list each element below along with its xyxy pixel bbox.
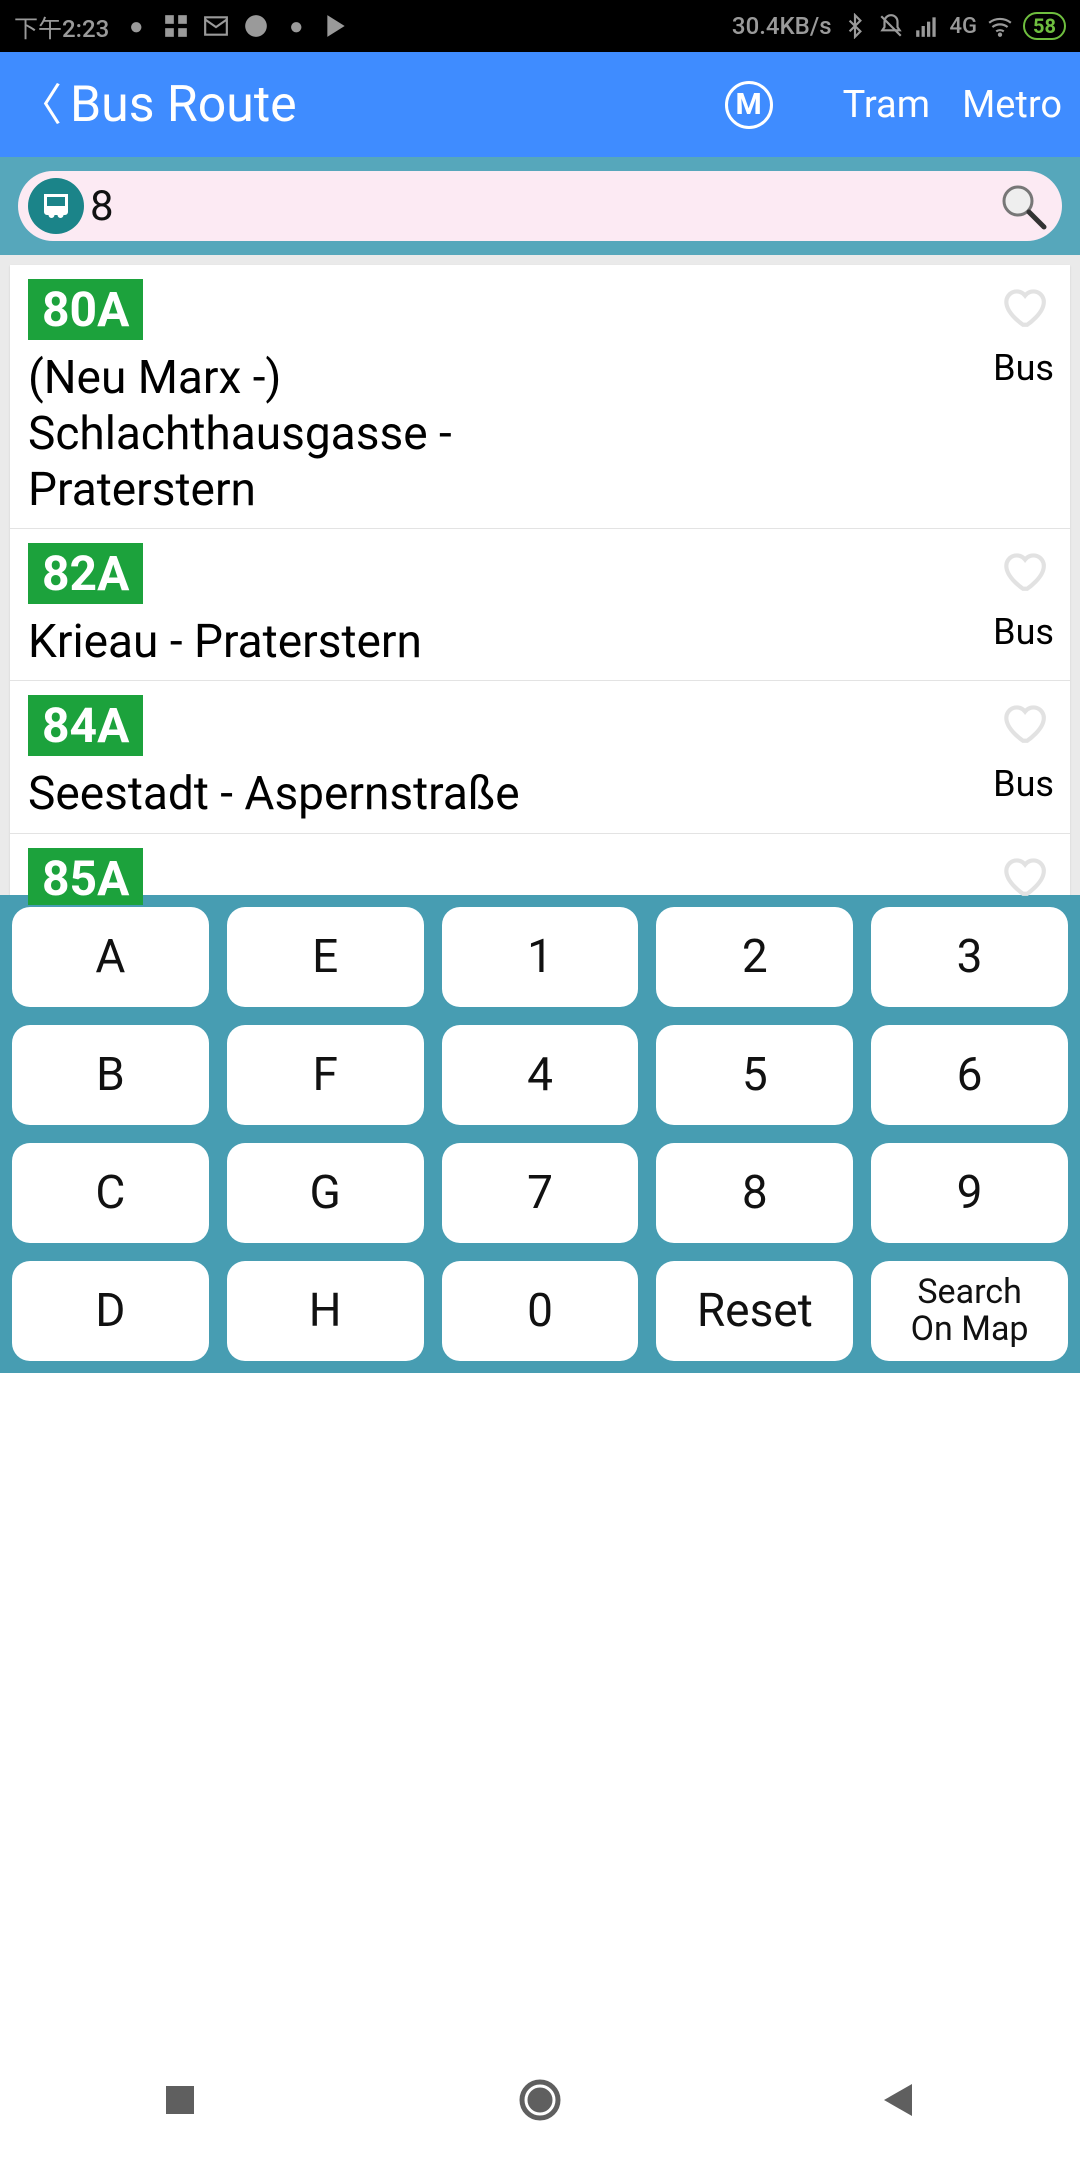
key-5[interactable]: 5 xyxy=(656,1025,853,1125)
mute-icon xyxy=(878,13,904,39)
app-header: 〈 Bus Route M Tram Metro xyxy=(0,52,1080,157)
route-item[interactable]: 84A Bus Seestadt - Aspernstraße xyxy=(10,681,1070,833)
status-time: 下午2:23 xyxy=(14,9,109,44)
recent-apps-icon[interactable] xyxy=(156,2076,204,2124)
favorite-icon[interactable] xyxy=(998,850,1048,900)
status-net-speed: 30.4KB/s xyxy=(732,12,832,40)
back-nav-icon[interactable] xyxy=(876,2076,924,2124)
keypad: A E 1 2 3 B F 4 5 6 C G 7 8 9 D H 0 Rese… xyxy=(0,895,1080,1373)
back-icon[interactable]: 〈 xyxy=(18,83,62,127)
favorite-icon[interactable] xyxy=(998,697,1048,747)
record-icon: ● xyxy=(123,13,149,39)
key-G[interactable]: G xyxy=(227,1143,424,1243)
route-desc: Krieau - Praterstern xyxy=(28,614,688,670)
mail-icon xyxy=(203,13,229,39)
key-6[interactable]: 6 xyxy=(871,1025,1068,1125)
key-0[interactable]: 0 xyxy=(442,1261,639,1361)
route-item[interactable]: 82A Bus Krieau - Praterstern xyxy=(10,529,1070,681)
favorite-icon[interactable] xyxy=(998,281,1048,331)
dot-icon: ● xyxy=(283,13,309,39)
route-desc: (Neu Marx -) Schlachthausgasse - Praters… xyxy=(28,350,688,518)
status-bar: 下午2:23 ● ● 30.4KB/s 4G 58 xyxy=(0,0,1080,52)
key-C[interactable]: C xyxy=(12,1143,209,1243)
route-item[interactable]: 80A Bus (Neu Marx -) Schlachthausgasse -… xyxy=(10,265,1070,529)
route-code: 84A xyxy=(28,695,143,756)
key-E[interactable]: E xyxy=(227,907,424,1007)
favorite-icon[interactable] xyxy=(998,545,1048,595)
status-signal-label: 4G xyxy=(950,14,978,39)
home-icon[interactable] xyxy=(516,2076,564,2124)
tram-link[interactable]: Tram xyxy=(843,83,930,127)
logo-icon[interactable]: M xyxy=(725,81,773,129)
page-title: Bus Route xyxy=(70,76,297,134)
logo-letter: M xyxy=(736,87,762,122)
reset-button[interactable]: Reset xyxy=(656,1261,853,1361)
play-icon xyxy=(323,13,349,39)
route-code: 80A xyxy=(28,279,143,340)
android-nav-bar xyxy=(0,2040,1080,2160)
metro-link[interactable]: Metro xyxy=(962,83,1062,127)
key-9[interactable]: 9 xyxy=(871,1143,1068,1243)
chat-icon xyxy=(243,13,269,39)
route-list: 80A Bus (Neu Marx -) Schlachthausgasse -… xyxy=(10,265,1070,905)
key-4[interactable]: 4 xyxy=(442,1025,639,1125)
wifi-icon xyxy=(987,13,1013,39)
search-input[interactable]: 8 xyxy=(18,171,1062,241)
key-D[interactable]: D xyxy=(12,1261,209,1361)
route-item[interactable]: 85A Bus Breitenlee Rautenweg - xyxy=(10,834,1070,905)
route-type: Bus xyxy=(993,347,1054,389)
signal-icon xyxy=(914,13,940,39)
apps-icon xyxy=(163,13,189,39)
route-list-wrapper: 80A Bus (Neu Marx -) Schlachthausgasse -… xyxy=(0,255,1080,895)
blank-space xyxy=(0,1373,1080,1893)
route-type: Bus xyxy=(993,611,1054,653)
route-code: 82A xyxy=(28,543,143,604)
route-desc: Seestadt - Aspernstraße xyxy=(28,766,688,822)
search-on-map-button[interactable]: Search On Map xyxy=(871,1261,1068,1361)
key-3[interactable]: 3 xyxy=(871,907,1068,1007)
bluetooth-icon xyxy=(842,13,868,39)
key-A[interactable]: A xyxy=(12,907,209,1007)
key-7[interactable]: 7 xyxy=(442,1143,639,1243)
route-code: 85A xyxy=(28,848,143,905)
battery-indicator: 58 xyxy=(1023,12,1066,40)
search-value: 8 xyxy=(90,182,114,231)
key-H[interactable]: H xyxy=(227,1261,424,1361)
key-F[interactable]: F xyxy=(227,1025,424,1125)
bus-icon xyxy=(28,178,84,234)
search-panel: 8 xyxy=(0,157,1080,255)
key-2[interactable]: 2 xyxy=(656,907,853,1007)
key-1[interactable]: 1 xyxy=(442,907,639,1007)
key-8[interactable]: 8 xyxy=(656,1143,853,1243)
route-type: Bus xyxy=(993,763,1054,805)
search-icon[interactable] xyxy=(998,181,1048,231)
key-B[interactable]: B xyxy=(12,1025,209,1125)
